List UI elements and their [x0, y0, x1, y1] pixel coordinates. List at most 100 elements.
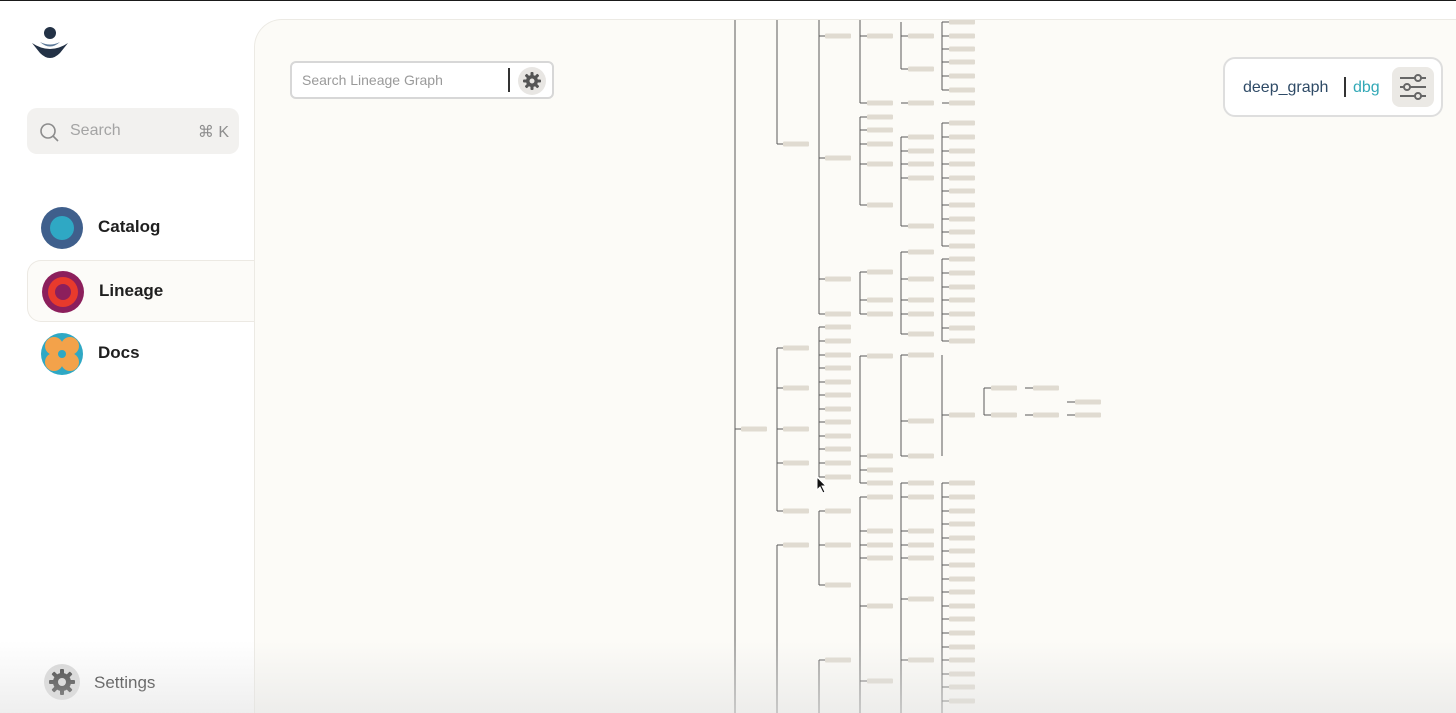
graph-node[interactable] — [825, 508, 851, 514]
graph-node[interactable] — [949, 671, 975, 677]
graph-node[interactable] — [825, 379, 851, 385]
graph-node[interactable] — [825, 446, 851, 452]
graph-node[interactable] — [949, 148, 975, 154]
graph-node[interactable] — [783, 141, 809, 147]
graph-node[interactable] — [949, 20, 975, 25]
graph-node[interactable] — [783, 542, 809, 548]
graph-node[interactable] — [825, 365, 851, 371]
graph-node[interactable] — [949, 120, 975, 126]
graph-node[interactable] — [949, 175, 975, 181]
graph-node[interactable] — [825, 33, 851, 39]
graph-node[interactable] — [908, 66, 934, 72]
graph-node[interactable] — [949, 603, 975, 609]
graph-node[interactable] — [825, 433, 851, 439]
graph-node[interactable] — [949, 325, 975, 331]
graph-node[interactable] — [825, 276, 851, 282]
graph-node[interactable] — [825, 542, 851, 548]
graph-node[interactable] — [949, 46, 975, 52]
graph-node[interactable] — [867, 161, 893, 167]
graph-node[interactable] — [908, 542, 934, 548]
graph-node[interactable] — [949, 33, 975, 39]
graph-node[interactable] — [825, 392, 851, 398]
graph-node[interactable] — [867, 467, 893, 473]
graph-node[interactable] — [825, 338, 851, 344]
graph-node[interactable] — [867, 202, 893, 208]
graph-node[interactable] — [825, 324, 851, 330]
graph-node[interactable] — [908, 331, 934, 337]
graph-node[interactable] — [908, 494, 934, 500]
lineage-search[interactable]: Search Lineage Graph — [290, 61, 554, 99]
graph-node[interactable] — [1075, 412, 1101, 418]
graph-node[interactable] — [949, 616, 975, 622]
graph-node[interactable] — [908, 528, 934, 534]
graph-node[interactable] — [908, 161, 934, 167]
graph-node[interactable] — [867, 542, 893, 548]
nav-item-docs[interactable]: Docs — [27, 323, 254, 385]
graph-node[interactable] — [867, 127, 893, 133]
graph-node[interactable] — [949, 188, 975, 194]
graph-node[interactable] — [825, 406, 851, 412]
graph-node[interactable] — [991, 385, 1017, 391]
graph-node[interactable] — [908, 453, 934, 459]
graph-node[interactable] — [949, 494, 975, 500]
graph-node[interactable] — [867, 114, 893, 120]
graph-node[interactable] — [949, 297, 975, 303]
graph-node[interactable] — [949, 535, 975, 541]
graph-node[interactable] — [949, 521, 975, 527]
graph-node[interactable] — [949, 100, 975, 106]
graph-node[interactable] — [783, 426, 809, 432]
gear-icon[interactable] — [518, 67, 546, 95]
graph-node[interactable] — [908, 33, 934, 39]
graph-node[interactable] — [949, 161, 975, 167]
graph-node[interactable] — [949, 134, 975, 140]
graph-node[interactable] — [1033, 412, 1059, 418]
settings-button[interactable]: Settings — [44, 664, 224, 700]
graph-node[interactable] — [783, 345, 809, 351]
graph-node[interactable] — [783, 385, 809, 391]
graph-node[interactable] — [825, 657, 851, 663]
graph-node[interactable] — [908, 148, 934, 154]
graph-node[interactable] — [741, 426, 767, 432]
graph-node[interactable] — [949, 589, 975, 595]
graph-node[interactable] — [949, 202, 975, 208]
app-logo-icon[interactable] — [30, 25, 70, 61]
graph-node[interactable] — [825, 419, 851, 425]
graph-node[interactable] — [825, 311, 851, 317]
graph-node[interactable] — [867, 494, 893, 500]
graph-node[interactable] — [867, 353, 893, 359]
graph-node[interactable] — [908, 100, 934, 106]
graph-node[interactable] — [908, 311, 934, 317]
project-switcher[interactable]: deep_graph dbg — [1223, 57, 1443, 117]
graph-node[interactable] — [908, 418, 934, 424]
graph-node[interactable] — [949, 480, 975, 486]
graph-node[interactable] — [867, 100, 893, 106]
graph-node[interactable] — [867, 33, 893, 39]
graph-node[interactable] — [908, 175, 934, 181]
graph-node[interactable] — [949, 73, 975, 79]
graph-node[interactable] — [949, 284, 975, 290]
graph-node[interactable] — [949, 270, 975, 276]
graph-node[interactable] — [825, 155, 851, 161]
graph-node[interactable] — [949, 256, 975, 262]
graph-node[interactable] — [908, 297, 934, 303]
graph-node[interactable] — [908, 352, 934, 358]
graph-node[interactable] — [867, 141, 893, 147]
graph-node[interactable] — [908, 249, 934, 255]
graph-node[interactable] — [949, 338, 975, 344]
graph-node[interactable] — [867, 453, 893, 459]
graph-node[interactable] — [949, 87, 975, 93]
graph-node[interactable] — [908, 657, 934, 663]
graph-node[interactable] — [949, 311, 975, 317]
nav-item-catalog[interactable]: Catalog — [27, 197, 254, 259]
graph-node[interactable] — [908, 596, 934, 602]
graph-node[interactable] — [1033, 385, 1059, 391]
graph-node[interactable] — [949, 698, 975, 704]
graph-node[interactable] — [949, 229, 975, 235]
graph-node[interactable] — [825, 460, 851, 466]
graph-node[interactable] — [949, 412, 975, 418]
graph-node[interactable] — [949, 684, 975, 690]
graph-node[interactable] — [867, 297, 893, 303]
graph-node[interactable] — [949, 562, 975, 568]
graph-node[interactable] — [867, 480, 893, 486]
graph-node[interactable] — [908, 134, 934, 140]
